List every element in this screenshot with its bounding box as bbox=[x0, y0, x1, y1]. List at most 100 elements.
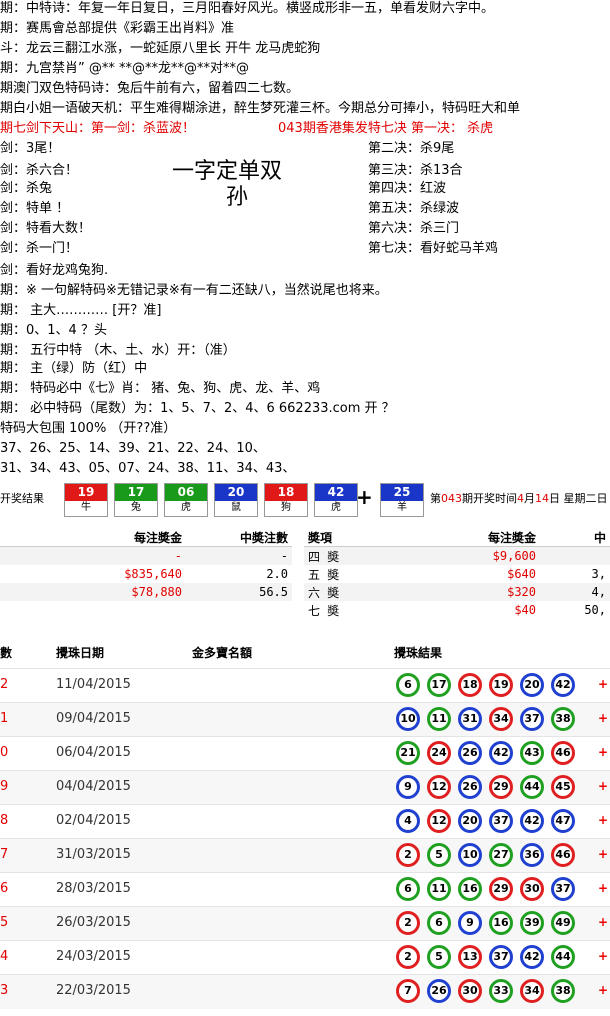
lottery-ball: 20 bbox=[520, 673, 544, 697]
plus-sign: + bbox=[598, 745, 609, 759]
lottery-ball: 2 bbox=[396, 911, 420, 935]
jue-line: 第七决：看好蛇马羊鸡 bbox=[368, 241, 499, 256]
sword-line: 剑：杀一门！ bbox=[0, 241, 79, 256]
lottery-ball: 12 bbox=[427, 809, 451, 833]
lottery-ball: 16 bbox=[489, 911, 513, 935]
draw-date: 31/03/2015 bbox=[56, 847, 131, 862]
draw-number: 0 bbox=[0, 745, 9, 760]
lottery-ball: 31 bbox=[458, 707, 482, 731]
plus-sign: + bbox=[598, 847, 609, 861]
result-ball-number: 20 bbox=[215, 484, 257, 501]
draw-date: 11/04/2015 bbox=[56, 677, 131, 692]
lottery-ball: 10 bbox=[396, 707, 420, 731]
prize-count: 3, bbox=[591, 567, 606, 581]
sword-line: 剑：3尾！ bbox=[0, 141, 61, 156]
col-header: 攪珠結果 bbox=[394, 646, 443, 660]
text-line: 期：中特诗：年复一年日复日，三月阳春好风光。横竖成形非一五，单看发财六字中。 bbox=[0, 1, 495, 16]
result-ball-animal: 牛 bbox=[81, 502, 91, 513]
lottery-ball: 17 bbox=[427, 673, 451, 697]
result-ball: 17 兔 bbox=[114, 483, 158, 517]
prize-amount: $78,880 bbox=[131, 585, 182, 599]
draw-day: 14 bbox=[535, 492, 549, 505]
prize-count: 4, bbox=[591, 585, 606, 599]
lottery-ball: 19 bbox=[489, 673, 513, 697]
history-header: 數 攪珠日期 金多寶名額 攪珠結果 bbox=[0, 640, 610, 664]
special-ball: 25 羊 bbox=[380, 483, 424, 517]
jue-line: 第三决：杀13合 bbox=[368, 163, 463, 178]
table-row: 3 22/03/2015 7 26 30 33 34 38 + bbox=[0, 974, 610, 1009]
lottery-ball: 34 bbox=[489, 707, 513, 731]
lottery-ball: 11 bbox=[427, 877, 451, 901]
text-line: 期：赛馬會总部提供《彩霸王出肖料》准 bbox=[0, 21, 235, 36]
prize-count bbox=[540, 547, 610, 566]
lottery-ball: 42 bbox=[489, 741, 513, 765]
draw-info-d: 日 星期二日 bbox=[549, 492, 608, 505]
draw-number: 2 bbox=[0, 677, 9, 692]
lottery-ball: 44 bbox=[520, 775, 544, 799]
col-header: 每注奬金 bbox=[487, 530, 536, 545]
table-row: 0 06/04/2015 21 24 26 42 43 46 + bbox=[0, 736, 610, 771]
special-ball-number: 25 bbox=[381, 484, 423, 501]
draw-number: 9 bbox=[0, 779, 9, 794]
col-header: 金多寶名額 bbox=[192, 646, 253, 660]
lottery-ball: 34 bbox=[520, 979, 544, 1003]
right-header: 043期香港集发特七决 第一决： 杀虎 bbox=[278, 121, 494, 136]
sword-line: 剑：杀六合！ bbox=[0, 163, 79, 178]
text-line: 期：※ 一句解特码※无错记录※有一有二还缺八，当然说尾也将来。 bbox=[0, 283, 388, 298]
result-ball-animal: 兔 bbox=[131, 502, 141, 513]
lottery-ball: 7 bbox=[396, 979, 420, 1003]
draw-date: 04/04/2015 bbox=[56, 779, 131, 794]
lottery-ball: 5 bbox=[427, 945, 451, 969]
number-list: 37、26、25、14、39、21、22、24、10、 bbox=[0, 441, 266, 456]
lottery-ball: 26 bbox=[427, 979, 451, 1003]
text-line: 期： 必中特码（尾数）为：1、5、7、2、4、6 662233.com 开 ？ bbox=[0, 401, 395, 416]
prize-name: 五 奬 bbox=[308, 567, 340, 582]
prize-amount: $835,640 bbox=[124, 567, 182, 581]
draw-date: 06/04/2015 bbox=[56, 745, 131, 760]
prize-count: - bbox=[280, 549, 288, 563]
lottery-ball: 6 bbox=[396, 673, 420, 697]
draw-date: 02/04/2015 bbox=[56, 813, 131, 828]
lottery-ball: 2 bbox=[396, 843, 420, 867]
plus-sign: + bbox=[598, 711, 609, 725]
draw-month: 4 bbox=[517, 492, 524, 505]
jue-line: 第六决：杀三门 bbox=[368, 221, 460, 236]
prize-amount: $640 bbox=[507, 567, 536, 581]
sword-line: 剑：特看大数！ bbox=[0, 221, 92, 236]
col-header: 奬項 bbox=[308, 530, 333, 545]
draw-number: 7 bbox=[0, 847, 9, 862]
result-ball-number: 06 bbox=[165, 484, 207, 501]
prize-table-left: 每注奬金 中奬注數 - - $835,640 2.0 $78,880 56.5 bbox=[0, 528, 292, 601]
lottery-ball: 16 bbox=[458, 877, 482, 901]
draw-info: 第043期开奖时间4月14日 星期二日 bbox=[430, 490, 608, 506]
plus-sign: + bbox=[598, 779, 609, 793]
draw-info-prefix: 第 bbox=[430, 492, 441, 505]
draw-number: 6 bbox=[0, 881, 9, 896]
lottery-ball: 42 bbox=[520, 809, 544, 833]
draw-date: 28/03/2015 bbox=[56, 881, 131, 896]
prize-amount: - bbox=[174, 549, 182, 563]
draw-period: 043 bbox=[441, 492, 462, 505]
prize-name: 四 奬 bbox=[308, 549, 340, 564]
text-line: 期澳门双色特码诗：兔后牛前有六，留着四二七数。 bbox=[0, 81, 300, 96]
table-row: 5 26/03/2015 2 6 9 16 39 49 + bbox=[0, 906, 610, 941]
result-ball-number: 42 bbox=[315, 484, 357, 501]
lottery-ball: 39 bbox=[520, 911, 544, 935]
lottery-ball: 4 bbox=[396, 809, 420, 833]
lottery-ball: 13 bbox=[458, 945, 482, 969]
text-line: 斗：龙云三翻江水涨，一蛇延原八里长 开牛 龙马虎蛇狗 bbox=[0, 41, 321, 56]
prize-count: 2.0 bbox=[266, 567, 288, 581]
lottery-ball: 26 bbox=[458, 741, 482, 765]
prize-amount: $40 bbox=[514, 603, 536, 617]
lottery-ball: 10 bbox=[458, 843, 482, 867]
lottery-ball: 2 bbox=[396, 945, 420, 969]
lottery-ball: 20 bbox=[458, 809, 482, 833]
result-ball-animal: 狗 bbox=[281, 502, 291, 513]
table-row: 6 28/03/2015 6 11 16 29 30 37 + bbox=[0, 872, 610, 907]
lottery-ball: 38 bbox=[551, 707, 575, 731]
plus-sign: + bbox=[598, 881, 609, 895]
draw-date: 22/03/2015 bbox=[56, 983, 131, 998]
lottery-ball: 9 bbox=[396, 775, 420, 799]
lottery-ball: 30 bbox=[458, 979, 482, 1003]
lottery-ball: 37 bbox=[489, 945, 513, 969]
